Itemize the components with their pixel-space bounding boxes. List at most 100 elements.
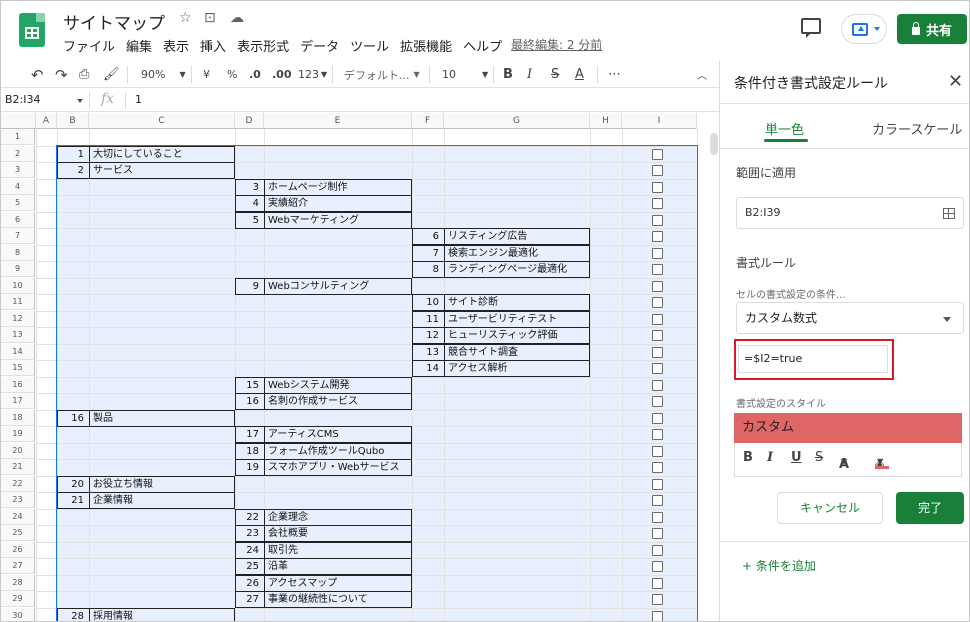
sheets-logo-icon[interactable] xyxy=(19,13,45,47)
text-color-button[interactable]: A xyxy=(575,66,584,83)
move-folder-icon[interactable]: ⊡ xyxy=(204,10,216,26)
style-preview[interactable]: カスタム xyxy=(734,413,962,443)
number-format-select[interactable]: 123 ▼ xyxy=(298,66,327,83)
menu-item[interactable]: ヘルプ xyxy=(463,36,502,55)
menu-item[interactable]: 拡張機能 xyxy=(400,36,452,55)
chevron-down-icon[interactable] xyxy=(77,99,83,103)
format-strikethrough-button[interactable]: S xyxy=(815,450,823,465)
row-header[interactable]: 11 xyxy=(1,294,35,310)
row-header[interactable]: 8 xyxy=(1,244,35,261)
column-header[interactable]: F xyxy=(412,113,444,129)
row-header[interactable]: 22 xyxy=(1,475,35,492)
present-button[interactable] xyxy=(841,14,887,44)
add-rule-link[interactable]: + 条件を追加 xyxy=(742,557,816,574)
tab-single-color[interactable]: 単一色 xyxy=(765,119,804,138)
bold-button[interactable]: B xyxy=(503,66,513,83)
row-header[interactable]: 26 xyxy=(1,541,35,558)
row-header[interactable]: 5 xyxy=(1,195,35,211)
menu-item[interactable]: 挿入 xyxy=(200,36,226,55)
row-header[interactable]: 1 xyxy=(1,129,35,145)
strikethrough-button[interactable]: S xyxy=(551,66,559,83)
column-header[interactable]: A xyxy=(36,113,57,129)
row-header[interactable]: 23 xyxy=(1,492,35,508)
menu-item[interactable]: データ xyxy=(300,36,339,55)
row-header[interactable]: 29 xyxy=(1,591,35,607)
row-header[interactable]: 28 xyxy=(1,574,35,591)
menu-item[interactable]: ファイル xyxy=(63,36,115,55)
column-header[interactable]: E xyxy=(264,113,412,129)
italic-button[interactable]: I xyxy=(527,66,532,83)
column-header[interactable]: C xyxy=(89,113,235,129)
active-tab-indicator xyxy=(764,139,808,142)
currency-format-button[interactable]: ¥ xyxy=(203,66,210,83)
more-options-icon[interactable]: ⋯ xyxy=(608,66,621,83)
share-button[interactable]: 共有 xyxy=(897,14,967,44)
font-family-select[interactable]: デフォルト... ▼ xyxy=(344,66,420,83)
row-header[interactable]: 17 xyxy=(1,393,35,409)
row-header[interactable]: 13 xyxy=(1,327,35,343)
close-icon[interactable]: ✕ xyxy=(948,71,963,92)
condition-select[interactable]: カスタム数式 xyxy=(736,302,964,334)
row-header[interactable]: 12 xyxy=(1,310,35,327)
menu-item[interactable]: ツール xyxy=(350,36,389,55)
row-header[interactable]: 19 xyxy=(1,426,35,442)
row-header[interactable]: 14 xyxy=(1,343,35,360)
style-label: 書式設定のスタイル xyxy=(736,399,826,410)
paint-format-icon[interactable]: 🖌 xyxy=(103,66,120,83)
range-input[interactable]: B2:I39 xyxy=(736,197,964,229)
row-header[interactable]: 3 xyxy=(1,162,35,178)
undo-icon[interactable]: ↶ xyxy=(31,66,44,84)
row-header[interactable]: 7 xyxy=(1,228,35,244)
column-header[interactable]: I xyxy=(622,113,697,129)
column-header[interactable]: D xyxy=(235,113,264,129)
redo-icon[interactable]: ↷ xyxy=(55,66,68,84)
scrollbar-thumb[interactable] xyxy=(710,133,718,155)
menu-item[interactable]: 表示形式 xyxy=(237,36,289,55)
row-header[interactable]: 16 xyxy=(1,376,35,393)
row-header[interactable]: 24 xyxy=(1,508,35,525)
last-edit-link[interactable]: 最終編集: 2 分前 xyxy=(511,36,602,53)
select-all-corner[interactable] xyxy=(1,113,36,129)
row-header[interactable]: 27 xyxy=(1,558,35,574)
menu-item[interactable]: 表示 xyxy=(163,36,189,55)
format-underline-button[interactable]: U xyxy=(791,450,802,465)
row-header[interactable]: 20 xyxy=(1,442,35,459)
name-box[interactable]: B2:I34 xyxy=(5,93,41,106)
done-button[interactable]: 完了 xyxy=(896,492,964,524)
row-header[interactable]: 30 xyxy=(1,607,35,621)
decrease-decimal-button[interactable]: .0 xyxy=(249,66,261,83)
zoom-select[interactable]: 90% ▼ xyxy=(141,66,186,83)
column-header[interactable]: H xyxy=(590,113,622,129)
column-header[interactable]: B xyxy=(57,113,89,129)
vertical-scrollbar[interactable] xyxy=(709,129,719,621)
document-title[interactable]: サイトマップ xyxy=(63,9,165,34)
custom-formula-input[interactable]: =$I2=true xyxy=(738,345,888,373)
row-header[interactable]: 2 xyxy=(1,145,35,162)
format-rules-label: 書式ルール xyxy=(736,256,797,270)
row-header[interactable]: 6 xyxy=(1,211,35,228)
row-header[interactable]: 25 xyxy=(1,525,35,541)
title-bar: サイトマップ ☆ ⊡ ☁ ファイル 編集 表示 挿入 表示形式 データ ツール 拡張機能 ヘルプ… xyxy=(1,1,969,59)
row-header[interactable]: 9 xyxy=(1,261,35,277)
row-header[interactable]: 18 xyxy=(1,409,35,426)
collapse-menu-icon[interactable]: ︿ xyxy=(697,66,707,83)
cloud-status-icon[interactable]: ☁ xyxy=(230,10,244,26)
cancel-button[interactable]: キャンセル xyxy=(777,492,883,524)
print-icon[interactable]: ⎙ xyxy=(79,66,89,83)
column-header[interactable]: G xyxy=(444,113,590,129)
menu-item[interactable]: 編集 xyxy=(126,36,152,55)
format-italic-button[interactable]: I xyxy=(767,450,773,465)
row-header[interactable]: 21 xyxy=(1,459,35,475)
row-header[interactable]: 10 xyxy=(1,277,35,294)
select-range-icon[interactable] xyxy=(943,208,955,219)
row-header[interactable]: 15 xyxy=(1,360,35,376)
comment-history-icon[interactable] xyxy=(801,18,821,38)
increase-decimal-button[interactable]: .00 xyxy=(272,66,292,83)
percent-format-button[interactable]: % xyxy=(227,66,237,83)
formula-input[interactable]: 1 xyxy=(135,93,142,106)
font-size-select[interactable]: 10 ▼ xyxy=(442,66,488,83)
format-bold-button[interactable]: B xyxy=(743,450,753,465)
row-header[interactable]: 4 xyxy=(1,178,35,195)
tab-color-scale[interactable]: カラースケール xyxy=(872,119,962,138)
star-icon[interactable]: ☆ xyxy=(179,10,192,26)
